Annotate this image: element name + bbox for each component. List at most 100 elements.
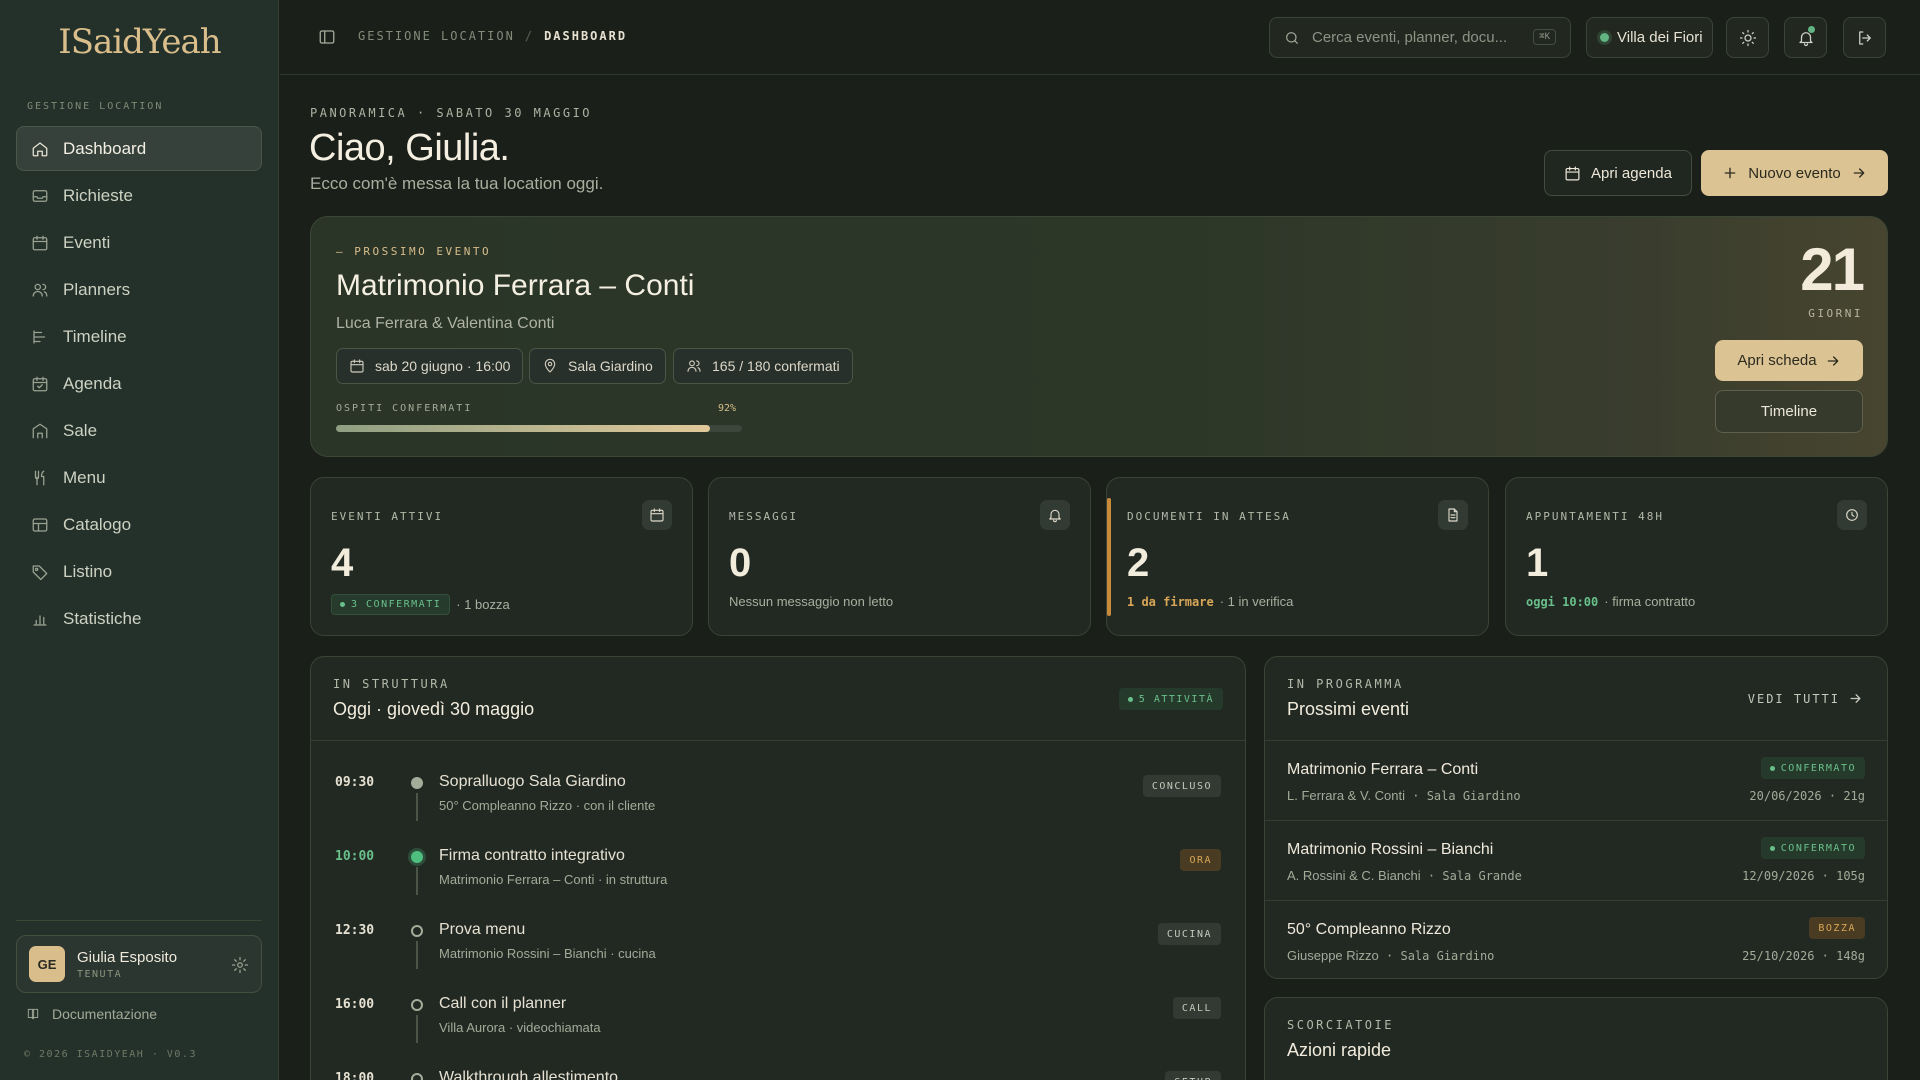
breadcrumb-separator: / xyxy=(524,29,535,43)
status-badge: BOZZA xyxy=(1809,917,1865,939)
timeline-dot xyxy=(411,999,423,1011)
venue-name: Villa dei Fiori xyxy=(1617,29,1703,46)
page-title: Ciao, Giulia. xyxy=(309,127,510,169)
search-box[interactable]: ⌘K xyxy=(1269,17,1571,58)
stat-note: · firma contratto xyxy=(1604,594,1696,609)
upcoming-event-room: Sala Grande xyxy=(1442,869,1522,883)
app-logo[interactable]: ISaidYeah xyxy=(0,22,279,62)
sidebar-section-label: GESTIONE LOCATION xyxy=(27,101,164,112)
sidebar-item-richieste[interactable]: Richieste xyxy=(16,173,262,218)
bell-icon xyxy=(1040,500,1070,530)
see-all-link[interactable]: VEDI TUTTI xyxy=(1748,691,1863,706)
status-badge: CONFERMATO xyxy=(1760,837,1865,859)
sidebar: ISaidYeah GESTIONE LOCATION Dashboard Ri… xyxy=(0,0,279,1080)
timeline-item[interactable]: 18:00 Walkthrough allestimento SETUP xyxy=(311,1049,1245,1080)
timeline-item-current[interactable]: 10:00 Firma contratto integrativo Matrim… xyxy=(311,827,1245,901)
today-title: Oggi · giovedì 30 maggio xyxy=(333,699,535,719)
sidebar-item-timeline[interactable]: Timeline xyxy=(16,314,262,359)
theme-toggle-button[interactable] xyxy=(1726,17,1769,58)
sidebar-item-label: Listino xyxy=(63,561,113,581)
venue-selector[interactable]: Villa dei Fiori xyxy=(1586,17,1713,58)
guests-progress-fill xyxy=(336,425,710,432)
timeline-item[interactable]: 16:00 Call con il planner Villa Aurora ·… xyxy=(311,975,1245,1049)
sidebar-item-label: Planners xyxy=(63,279,131,299)
inbox-icon xyxy=(31,187,49,205)
timeline-connector xyxy=(416,793,418,821)
documentation-link[interactable]: Documentazione xyxy=(26,1006,157,1022)
timeline-time: 12:30 xyxy=(335,923,375,938)
tag-icon xyxy=(31,563,49,581)
documentation-label: Documentazione xyxy=(52,1006,158,1022)
sidebar-item-listino[interactable]: Listino xyxy=(16,549,262,594)
upcoming-event-row[interactable]: Matrimonio Ferrara – Conti L. Ferrara & … xyxy=(1265,740,1887,819)
timeline-time: 16:00 xyxy=(335,997,375,1012)
user-card[interactable]: GE Giulia Esposito TENUTA xyxy=(16,935,262,993)
sidebar-item-catalogo[interactable]: Catalogo xyxy=(16,502,262,547)
timeline-dot xyxy=(411,1073,423,1080)
sidebar-divider xyxy=(16,920,262,921)
arrow-right-icon xyxy=(1848,691,1863,706)
timeline-title: Prova menu xyxy=(439,921,526,938)
days-countdown: 21 xyxy=(1800,236,1865,303)
sidebar-item-menu[interactable]: Menu xyxy=(16,455,262,500)
sidebar-item-label: Catalogo xyxy=(63,514,132,534)
open-agenda-button[interactable]: Apri agenda xyxy=(1544,150,1692,196)
guests-progress-bar xyxy=(336,425,742,432)
open-agenda-label: Apri agenda xyxy=(1591,164,1672,182)
timeline-time: 10:00 xyxy=(335,849,375,864)
event-guests-chip: 165 / 180 confermati xyxy=(673,348,853,384)
timeline-icon xyxy=(31,328,49,346)
sidebar-toggle-icon[interactable] xyxy=(318,28,336,46)
clock-icon xyxy=(1837,500,1867,530)
upcoming-event-people: L. Ferrara & V. Conti xyxy=(1287,788,1406,803)
arrow-right-icon xyxy=(1825,353,1841,369)
open-event-button[interactable]: Apri scheda xyxy=(1715,340,1863,381)
sidebar-item-statistiche[interactable]: Statistiche xyxy=(16,596,262,641)
next-event-title: Matrimonio Ferrara – Conti xyxy=(336,269,695,302)
sidebar-item-agenda[interactable]: Agenda xyxy=(16,361,262,406)
breadcrumb-parent[interactable]: GESTIONE LOCATION xyxy=(358,29,515,43)
timeline-subtitle: Matrimonio Rossini – Bianchi · cucina xyxy=(439,946,656,961)
timeline-connector xyxy=(416,941,418,969)
sidebar-item-planners[interactable]: Planners xyxy=(16,267,262,312)
timeline-title: Call con il planner xyxy=(439,995,567,1012)
upcoming-event-title: Matrimonio Rossini – Bianchi xyxy=(1287,841,1494,858)
sidebar-item-eventi[interactable]: Eventi xyxy=(16,220,262,265)
upcoming-event-row[interactable]: Matrimonio Rossini – Bianchi A. Rossini … xyxy=(1265,820,1887,899)
stat-card-appointments[interactable]: APPUNTAMENTI 48H 1 oggi 10:00 · firma co… xyxy=(1505,477,1888,636)
timeline-item[interactable]: 09:30 Sopralluogo Sala Giardino 50° Comp… xyxy=(311,753,1245,827)
stat-card-active-events[interactable]: EVENTI ATTIVI 4 3 CONFERMATI · 1 bozza xyxy=(310,477,693,636)
stat-value: 1 xyxy=(1526,541,1549,585)
breadcrumb-current: DASHBOARD xyxy=(544,29,628,43)
upcoming-event-subtitle: Giuseppe Rizzo · Sala Giardino xyxy=(1287,948,1495,963)
gear-icon[interactable] xyxy=(231,956,249,974)
guests-progress-label: OSPITI CONFERMATI xyxy=(336,403,473,414)
stat-value: 0 xyxy=(729,541,752,585)
sidebar-item-dashboard[interactable]: Dashboard xyxy=(16,126,262,171)
notifications-button[interactable] xyxy=(1784,17,1827,58)
days-countdown-label: GIORNI xyxy=(1808,307,1863,320)
search-shortcut: ⌘K xyxy=(1533,29,1556,45)
stat-card-messages[interactable]: MESSAGGI 0 Nessun messaggio non letto xyxy=(708,477,1091,636)
stat-highlight: oggi 10:00 xyxy=(1526,594,1599,609)
page-overline: PANORAMICA · SABATO 30 MAGGIO xyxy=(310,106,593,120)
stat-note: · 1 in verifica xyxy=(1219,594,1294,609)
event-date: sab 20 giugno · 16:00 xyxy=(375,358,511,374)
upcoming-event-date: 25/10/2026 · 148g xyxy=(1742,949,1865,963)
calendar-check-icon xyxy=(31,375,49,393)
status-badge: CONFERMATO xyxy=(1760,757,1865,779)
search-input[interactable] xyxy=(1312,29,1512,46)
status-badge-label: CONFERMATO xyxy=(1780,842,1856,854)
page-subtitle: Ecco com'è messa la tua location oggi. xyxy=(310,174,604,193)
timeline-item[interactable]: 12:30 Prova menu Matrimonio Rossini – Bi… xyxy=(311,901,1245,975)
upcoming-event-row[interactable]: 50° Compleanno Rizzo Giuseppe Rizzo · Sa… xyxy=(1265,900,1887,978)
stat-value: 2 xyxy=(1127,541,1150,585)
stat-card-pending-documents[interactable]: DOCUMENTI IN ATTESA 2 1 da firmare · 1 i… xyxy=(1106,477,1489,636)
sidebar-item-sale[interactable]: Sale xyxy=(16,408,262,453)
upcoming-event-date: 12/09/2026 · 105g xyxy=(1742,869,1865,883)
logout-button[interactable] xyxy=(1843,17,1886,58)
user-name: Giulia Esposito xyxy=(77,948,178,966)
event-timeline-button[interactable]: Timeline xyxy=(1715,390,1863,433)
plus-icon xyxy=(1722,165,1738,181)
new-event-button[interactable]: Nuovo evento xyxy=(1701,150,1888,196)
